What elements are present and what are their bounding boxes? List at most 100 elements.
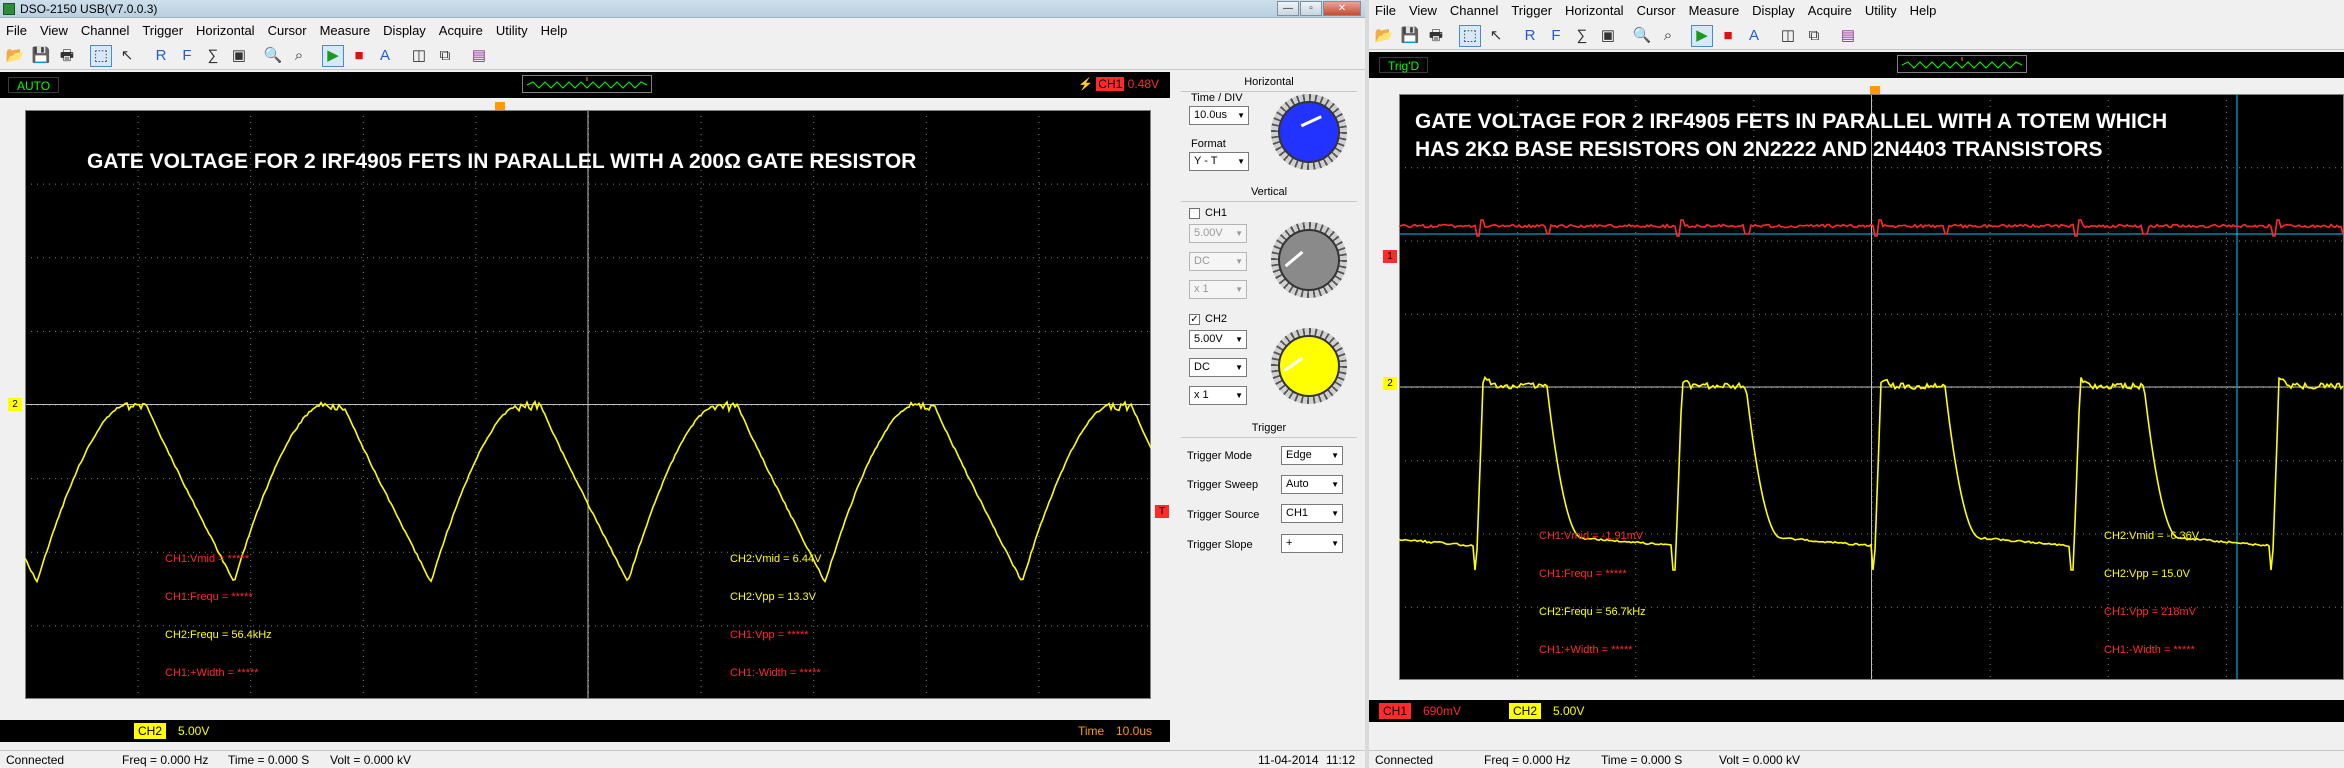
open-icon[interactable]: 📂 (1373, 25, 1395, 47)
reference-icon[interactable]: R (150, 45, 172, 67)
trigger-position-marker[interactable] (495, 102, 505, 110)
ch2-volts-knob[interactable] (1271, 328, 1347, 404)
ch1-coupling-select[interactable]: DC ▼ (1189, 252, 1247, 271)
stop-icon[interactable]: ■ (348, 45, 370, 67)
capture-icon[interactable]: ⧉ (1803, 25, 1825, 47)
format-select[interactable]: Y - T ▼ (1189, 152, 1249, 171)
ch1-volts-select[interactable]: 5.00V ▼ (1189, 224, 1247, 243)
pointer-icon[interactable]: ↖ (116, 45, 138, 67)
grid-dot (625, 552, 626, 553)
memory-overview[interactable] (1897, 55, 2027, 73)
ch1-checkbox[interactable] (1189, 208, 1200, 219)
display-icon[interactable]: ▣ (228, 45, 250, 67)
grid-dot (871, 625, 872, 626)
horizontal-knob[interactable] (1271, 94, 1347, 170)
menu-channel[interactable]: Channel (1450, 3, 1498, 18)
print-icon[interactable]: 🖶 (56, 45, 78, 67)
ch2-volts-select[interactable]: 5.00V ▼ (1189, 330, 1247, 349)
grid-dot (1753, 658, 1754, 659)
ch2-ground-marker[interactable]: 2 (8, 398, 22, 411)
ch1-volts-knob[interactable] (1271, 222, 1347, 298)
ch2-coupling-select[interactable]: DC ▼ (1189, 358, 1247, 377)
trigger-position-marker[interactable] (1870, 86, 1880, 94)
time-div-select[interactable]: 10.0us ▼ (1189, 106, 1249, 125)
zoom-in-icon[interactable]: 🔍 (1631, 25, 1653, 47)
menu-measure[interactable]: Measure (1689, 3, 1740, 18)
menu-display[interactable]: Display (1752, 3, 1795, 18)
menu-file[interactable]: File (1375, 3, 1396, 18)
open-icon[interactable]: 📂 (4, 45, 26, 67)
grid-dot (1963, 241, 1964, 242)
save-icon[interactable]: 💾 (1399, 25, 1421, 47)
menu-cursor[interactable]: Cursor (268, 23, 307, 38)
reference-icon[interactable]: R (1519, 25, 1541, 47)
ch2-probe-select[interactable]: x 1 ▼ (1189, 386, 1247, 405)
ch1-probe-select[interactable]: x 1 ▼ (1189, 280, 1247, 299)
grid-dot (475, 620, 476, 621)
trigger-level-marker[interactable]: T (1155, 505, 1169, 518)
grid-dot (1939, 314, 1940, 315)
math-icon[interactable]: ∑ (1571, 25, 1593, 47)
menu-display[interactable]: Display (383, 23, 426, 38)
menu-view[interactable]: View (40, 23, 68, 38)
print-icon[interactable]: 🖶 (1425, 25, 1447, 47)
trigger-source-select[interactable]: CH1 ▼ (1281, 504, 1343, 523)
trigger-slope-select[interactable]: + ▼ (1281, 534, 1343, 553)
zoom-in-icon[interactable]: 🔍 (262, 45, 284, 67)
menu-utility[interactable]: Utility (1865, 3, 1897, 18)
stop-icon[interactable]: ■ (1717, 25, 1739, 47)
trigger-mode-select[interactable]: Edge ▼ (1281, 446, 1343, 465)
menu-channel[interactable]: Channel (81, 23, 129, 38)
save-icon[interactable]: 💾 (30, 45, 52, 67)
close-button[interactable]: ✕ (1323, 1, 1361, 16)
select-icon[interactable]: ⬚ (90, 45, 112, 67)
grid-dot (1753, 304, 1754, 305)
menu-trigger[interactable]: Trigger (1511, 3, 1552, 18)
grid-dot (1753, 616, 1754, 617)
menu-measure[interactable]: Measure (320, 23, 371, 38)
menu-file[interactable]: File (6, 23, 27, 38)
select-icon[interactable]: ⬚ (1459, 25, 1481, 47)
grid-dot (2101, 534, 2102, 535)
ch2-checkbox[interactable]: ✓ (1189, 314, 1200, 325)
pointer-icon[interactable]: ↖ (1485, 25, 1507, 47)
zoom-out-icon[interactable]: ⌕ (288, 45, 310, 67)
ch1-ground-marker[interactable]: 1 (1383, 250, 1397, 263)
trigger-sweep-select[interactable]: Auto ▼ (1281, 475, 1343, 494)
maximize-button[interactable]: ▫ (1300, 1, 1322, 16)
menu-horizontal[interactable]: Horizontal (1565, 3, 1624, 18)
auto-icon[interactable]: A (374, 45, 396, 67)
snapshot-icon[interactable]: ◫ (408, 45, 430, 67)
menu-help[interactable]: Help (1910, 3, 1937, 18)
menu-acquire[interactable]: Acquire (439, 23, 483, 38)
menu-utility[interactable]: Utility (496, 23, 528, 38)
capture-icon[interactable]: ⧉ (434, 45, 456, 67)
grid-dot (2143, 314, 2144, 315)
waveform-display[interactable]: GATE VOLTAGE FOR 2 IRF4905 FETS IN PARAL… (1399, 94, 2344, 680)
grid-dot (109, 184, 110, 185)
math-icon[interactable]: ∑ (202, 45, 224, 67)
display-icon[interactable]: ▣ (1597, 25, 1619, 47)
ch2-ground-marker[interactable]: 2 (1383, 377, 1397, 390)
grid-dot (565, 184, 566, 185)
auto-icon[interactable]: A (1743, 25, 1765, 47)
menu-trigger[interactable]: Trigger (142, 23, 183, 38)
grid-dot (1635, 568, 1636, 569)
fft-icon[interactable]: F (176, 45, 198, 67)
run-icon[interactable]: ▶ (1691, 25, 1713, 47)
book-icon[interactable]: ▤ (468, 45, 490, 67)
waveform-display[interactable]: GATE VOLTAGE FOR 2 IRF4905 FETS IN PARAL… (25, 110, 1151, 699)
run-icon[interactable]: ▶ (322, 45, 344, 67)
menu-horizontal[interactable]: Horizontal (196, 23, 255, 38)
snapshot-icon[interactable]: ◫ (1777, 25, 1799, 47)
memory-overview[interactable] (522, 75, 652, 93)
menu-acquire[interactable]: Acquire (1808, 3, 1852, 18)
menu-cursor[interactable]: Cursor (1637, 3, 1676, 18)
grid-dot (363, 536, 364, 537)
menu-view[interactable]: View (1409, 3, 1437, 18)
fft-icon[interactable]: F (1545, 25, 1567, 47)
menu-help[interactable]: Help (541, 23, 568, 38)
minimize-button[interactable]: — (1277, 1, 1299, 16)
zoom-out-icon[interactable]: ⌕ (1657, 25, 1679, 47)
book-icon[interactable]: ▤ (1837, 25, 1859, 47)
